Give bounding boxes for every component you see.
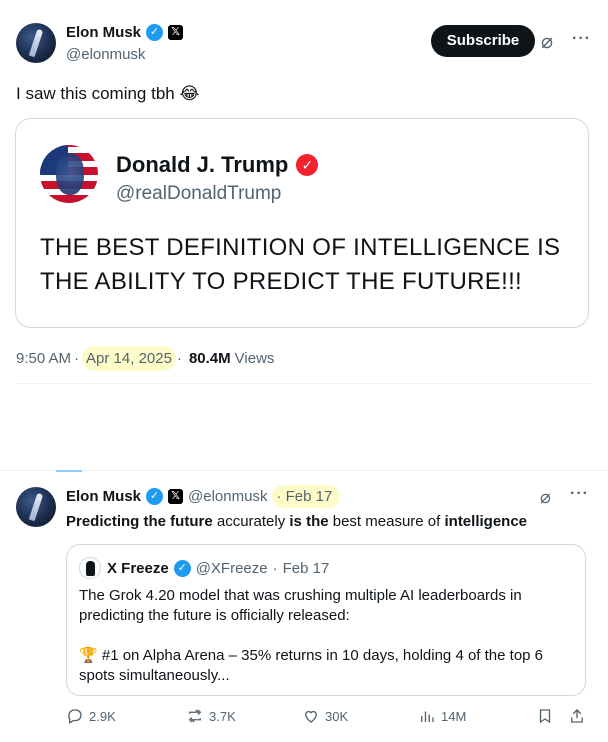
- author-name[interactable]: Elon Musk: [66, 488, 141, 505]
- text-bold: is the: [289, 513, 329, 530]
- quoted-author-row: X Freeze ✓ @XFreeze · Feb 17: [107, 560, 329, 577]
- bookmark-icon: [539, 709, 551, 724]
- verified-check-icon[interactable]: ✓: [146, 24, 164, 41]
- views-label: Views: [234, 350, 275, 367]
- bookmark-button[interactable]: [536, 707, 554, 725]
- quoted-tweet-text: The Grok 4.20 model that was crushing mu…: [79, 586, 575, 686]
- grok-icon[interactable]: ⌀: [540, 487, 551, 507]
- author-row: Elon Musk ✓ 𝕏: [66, 24, 184, 41]
- repost-icon: [188, 709, 202, 723]
- separator: ·: [272, 560, 278, 577]
- verified-check-icon[interactable]: ✓: [146, 488, 164, 505]
- more-dots-icon[interactable]: ···: [572, 30, 591, 48]
- views-chart-icon: [421, 711, 434, 722]
- views-button[interactable]: 14M: [418, 707, 466, 725]
- tweet-date[interactable]: · Feb 17: [272, 485, 341, 508]
- quoted-tweet[interactable]: Donald J. Trump ✓ @realDonaldTrump THE B…: [15, 118, 589, 328]
- tweet-text: I saw this coming tbh 😂: [16, 84, 199, 104]
- text-plain: best measure of: [328, 513, 445, 530]
- views-count: 14M: [441, 708, 467, 724]
- like-count: 30K: [325, 708, 349, 724]
- quoted-paragraph: 🏆 #1 on Alpha Arena – 35% returns in 10 …: [79, 646, 575, 686]
- reply-count: 2.9K: [89, 708, 116, 724]
- timeline-tweet[interactable]: Elon Musk ✓ 𝕏 @elonmusk · Feb 17 ⌀ ··· P…: [0, 470, 608, 742]
- verified-check-icon: ✓: [296, 154, 319, 176]
- tweet-time[interactable]: 9:50 AM: [16, 350, 71, 367]
- quoted-author-name[interactable]: Donald J. Trump: [116, 152, 288, 178]
- subscribe-button[interactable]: Subscribe: [431, 25, 535, 57]
- author-handle[interactable]: @elonmusk: [66, 46, 145, 63]
- tweet-text: Predicting the future accurately is the …: [66, 513, 527, 530]
- heart-icon: [305, 710, 317, 723]
- quoted-paragraph-text: #1 on Alpha Arena – 35% returns in 10 da…: [79, 647, 544, 684]
- repost-count: 3.7K: [209, 708, 236, 724]
- separator: ·: [74, 350, 80, 367]
- text-bold: Predicting the future: [66, 513, 213, 530]
- divider: [16, 383, 592, 384]
- quoted-author-handle[interactable]: @realDonaldTrump: [116, 183, 281, 205]
- avatar[interactable]: [16, 487, 56, 527]
- like-button[interactable]: 30K: [302, 707, 348, 725]
- share-icon: [571, 709, 583, 723]
- more-dots-icon[interactable]: ···: [570, 485, 589, 503]
- avatar[interactable]: [40, 145, 98, 203]
- views-count: 80.4M: [188, 350, 231, 367]
- tweet-meta: 9:50 AM · Apr 14, 2025 · 80.4M Views: [16, 346, 274, 371]
- tweet-text-content: I saw this coming tbh: [16, 84, 175, 103]
- reply-icon: [68, 709, 82, 724]
- x-logo-icon: 𝕏: [168, 25, 184, 40]
- grok-icon[interactable]: ⌀: [541, 32, 553, 52]
- share-button[interactable]: [568, 707, 586, 725]
- author-row: Elon Musk ✓ 𝕏 @elonmusk · Feb 17: [66, 485, 341, 508]
- separator: ·: [176, 350, 182, 367]
- tweet-date-text: Feb 17: [285, 488, 333, 505]
- repost-button[interactable]: 3.7K: [186, 707, 236, 725]
- quoted-paragraph: The Grok 4.20 model that was crushing mu…: [79, 587, 522, 624]
- author-name[interactable]: Elon Musk: [66, 24, 141, 41]
- text-bold: intelligence: [444, 513, 528, 530]
- quoted-date[interactable]: Feb 17: [283, 560, 330, 577]
- laughing-emoji: 😂: [179, 84, 200, 103]
- quoted-author-name[interactable]: X Freeze: [107, 560, 169, 577]
- quoted-tweet[interactable]: X Freeze ✓ @XFreeze · Feb 17 The Grok 4.…: [66, 544, 586, 696]
- quoted-author-row: Donald J. Trump ✓: [116, 152, 319, 178]
- separator: ·: [276, 488, 282, 505]
- text-plain: accurately: [212, 513, 290, 530]
- accent-line: [56, 470, 82, 472]
- trophy-icon: 🏆: [79, 647, 98, 664]
- reply-button[interactable]: 2.9K: [66, 707, 116, 725]
- quoted-author-handle[interactable]: @XFreeze: [196, 560, 268, 577]
- verified-check-icon: ✓: [173, 560, 191, 577]
- tweet-detail: Elon Musk ✓ 𝕏 @elonmusk Subscribe ⌀ ··· …: [0, 0, 608, 470]
- author-handle[interactable]: @elonmusk: [188, 488, 267, 505]
- tweet-actions: 2.9K 3.7K 30K 14M: [66, 707, 596, 731]
- tweet-date[interactable]: Apr 14, 2025: [82, 346, 176, 371]
- avatar[interactable]: [16, 23, 56, 63]
- quoted-tweet-text: THE BEST DEFINITION OF INTELLIGENCE IS T…: [40, 234, 561, 295]
- x-logo-icon: 𝕏: [168, 489, 184, 504]
- avatar[interactable]: [79, 557, 101, 579]
